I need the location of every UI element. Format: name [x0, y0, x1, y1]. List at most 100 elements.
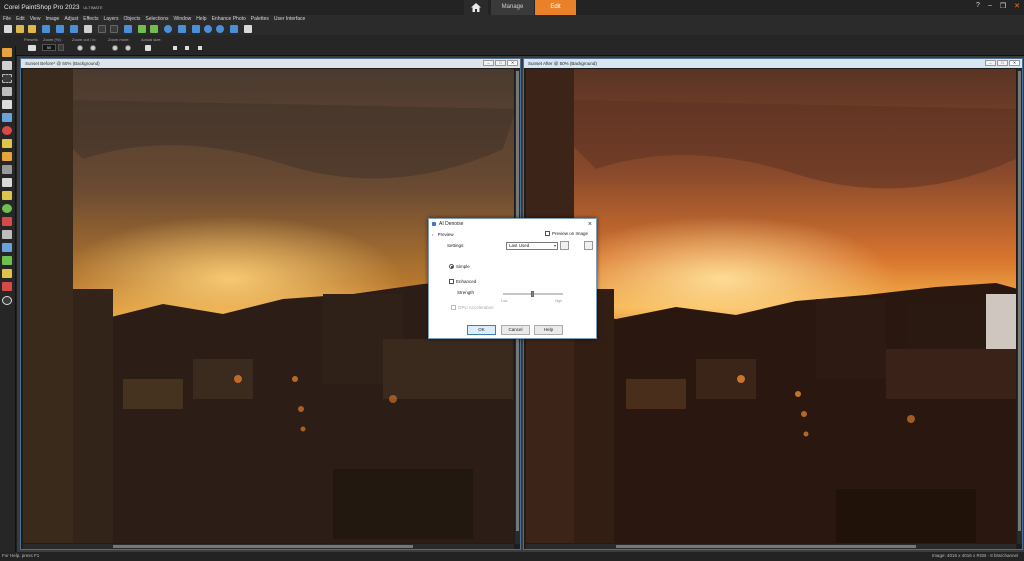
menu-enhance-photo[interactable]: Enhance Photo	[212, 15, 246, 23]
zoom-out-button[interactable]	[77, 45, 83, 51]
option-toggle-2[interactable]	[185, 46, 189, 50]
menu-palettes[interactable]: Palettes	[251, 15, 269, 23]
menu-image[interactable]: Image	[45, 15, 59, 23]
undo-arrow-icon[interactable]	[138, 25, 146, 33]
dialog-close-button[interactable]: ×	[588, 220, 592, 230]
presets-dropdown[interactable]	[28, 45, 36, 51]
menu-objects[interactable]: Objects	[123, 15, 140, 23]
menu-user-interface[interactable]: User Interface	[274, 15, 305, 23]
zoom-input[interactable]: 50	[42, 44, 56, 51]
tab-edit[interactable]: Edit	[535, 0, 576, 15]
picture-tube-tool-icon[interactable]	[2, 282, 12, 291]
crop-tool-icon[interactable]	[2, 100, 12, 109]
save-as-icon[interactable]	[56, 25, 64, 33]
enhanced-radio[interactable]: Enhanced	[449, 279, 476, 285]
image-window-before-hscroll[interactable]	[23, 544, 514, 549]
menu-edit[interactable]: Edit	[16, 15, 25, 23]
add-tool-icon[interactable]	[2, 296, 12, 305]
strength-slider-thumb[interactable]	[531, 291, 534, 297]
reset-button[interactable]	[584, 241, 593, 250]
simple-radio[interactable]: Simple	[449, 264, 470, 270]
image-window-before-minimize[interactable]: –	[483, 60, 494, 66]
actual-size-button[interactable]	[145, 45, 151, 51]
makeover-tool-icon[interactable]	[2, 152, 12, 161]
image-window-after-close[interactable]: ✕	[1009, 60, 1020, 66]
warp-brush-tool-icon[interactable]	[2, 269, 12, 278]
redo-icon[interactable]	[110, 25, 118, 33]
cancel-button[interactable]: Cancel	[501, 325, 530, 335]
home-button[interactable]	[464, 0, 488, 15]
image-window-before-title[interactable]: Sunset Before* @ 50% (Background)	[21, 59, 520, 68]
image-window-after-vscroll[interactable]	[1017, 69, 1022, 544]
help-icon[interactable]: ?	[976, 2, 980, 10]
image-canvas-after[interactable]	[526, 69, 1016, 543]
menu-adjust[interactable]: Adjust	[64, 15, 78, 23]
script-icon[interactable]	[230, 25, 238, 33]
clone-tool-icon[interactable]	[2, 139, 12, 148]
print-icon[interactable]	[84, 25, 92, 33]
settings-label: Settings:	[447, 243, 465, 248]
fit-image-icon[interactable]	[178, 25, 186, 33]
text-tool-icon[interactable]	[2, 230, 12, 239]
menu-layers[interactable]: Layers	[103, 15, 118, 23]
zoom-out-in-label: Zoom out / in:	[72, 37, 97, 42]
undo-icon[interactable]	[98, 25, 106, 33]
straighten-tool-icon[interactable]	[2, 113, 12, 122]
image-window-after-maximize[interactable]: □	[997, 60, 1008, 66]
shape-tool-icon[interactable]	[2, 243, 12, 252]
tab-manage[interactable]: Manage	[491, 0, 534, 15]
help-button[interactable]: Help	[534, 325, 563, 335]
pen-tool-icon[interactable]	[2, 256, 12, 265]
image-window-after[interactable]: Sunset After @ 50% (Background) – □ ✕	[523, 58, 1023, 550]
close-button[interactable]: ✕	[1014, 2, 1020, 10]
browse-icon[interactable]	[28, 25, 36, 33]
info-icon[interactable]	[164, 25, 172, 33]
option-toggle-3[interactable]	[198, 46, 202, 50]
save-preset-button[interactable]	[560, 241, 569, 250]
menu-effects[interactable]: Effects	[83, 15, 98, 23]
redo-arrow-icon[interactable]	[150, 25, 158, 33]
color-replacer-tool-icon[interactable]	[2, 217, 12, 226]
settings-dropdown[interactable]: Last Used ▾	[506, 242, 558, 250]
gpu-acceleration-checkbox[interactable]: GPU Acceleration	[451, 305, 494, 311]
zoom-more-in-button[interactable]	[125, 45, 131, 51]
open-folder-icon[interactable]	[16, 25, 24, 33]
fit-window-icon[interactable]	[192, 25, 200, 33]
menu-view[interactable]: View	[30, 15, 41, 23]
pick-tool-icon[interactable]	[2, 61, 12, 70]
zoom-in-icon[interactable]	[204, 25, 212, 33]
image-window-after-title[interactable]: Sunset After @ 50% (Background)	[524, 59, 1022, 68]
flood-fill-tool-icon[interactable]	[2, 204, 12, 213]
zoom-in-button[interactable]	[90, 45, 96, 51]
selection-tool-icon[interactable]	[2, 74, 12, 83]
ok-button[interactable]: OK	[467, 325, 496, 335]
lighten-darken-tool-icon[interactable]	[2, 165, 12, 174]
menu-window[interactable]: Window	[174, 15, 192, 23]
save-copy-icon[interactable]	[70, 25, 78, 33]
option-toggle-1[interactable]	[173, 46, 177, 50]
share-icon[interactable]	[124, 25, 132, 33]
zoom-spinner[interactable]	[58, 44, 64, 51]
red-eye-tool-icon[interactable]	[2, 126, 12, 135]
zoom-more-out-button[interactable]	[112, 45, 118, 51]
menu-selections[interactable]: Selections	[145, 15, 168, 23]
ai-denoise-dialog: AI Denoise × › Preview Preview on Image …	[428, 218, 597, 339]
minimize-button[interactable]: –	[988, 2, 992, 10]
preview-on-image-checkbox[interactable]: Preview on Image	[545, 231, 588, 237]
image-window-before-close[interactable]: ✕	[507, 60, 518, 66]
preview-toggle[interactable]: › Preview	[432, 232, 454, 237]
pan-tool-icon[interactable]	[2, 48, 12, 57]
presets-icon[interactable]	[244, 25, 252, 33]
zoom-out-icon[interactable]	[216, 25, 224, 33]
eraser-tool-icon[interactable]	[2, 178, 12, 187]
menu-help[interactable]: Help	[196, 15, 206, 23]
save-icon[interactable]	[42, 25, 50, 33]
maximize-button[interactable]: ❒	[1000, 2, 1006, 10]
paint-brush-tool-icon[interactable]	[2, 191, 12, 200]
image-window-after-hscroll[interactable]	[526, 544, 1016, 549]
image-window-after-minimize[interactable]: –	[985, 60, 996, 66]
new-file-icon[interactable]	[4, 25, 12, 33]
image-window-before-maximize[interactable]: □	[495, 60, 506, 66]
dropper-tool-icon[interactable]	[2, 87, 12, 96]
menu-file[interactable]: File	[3, 15, 11, 23]
